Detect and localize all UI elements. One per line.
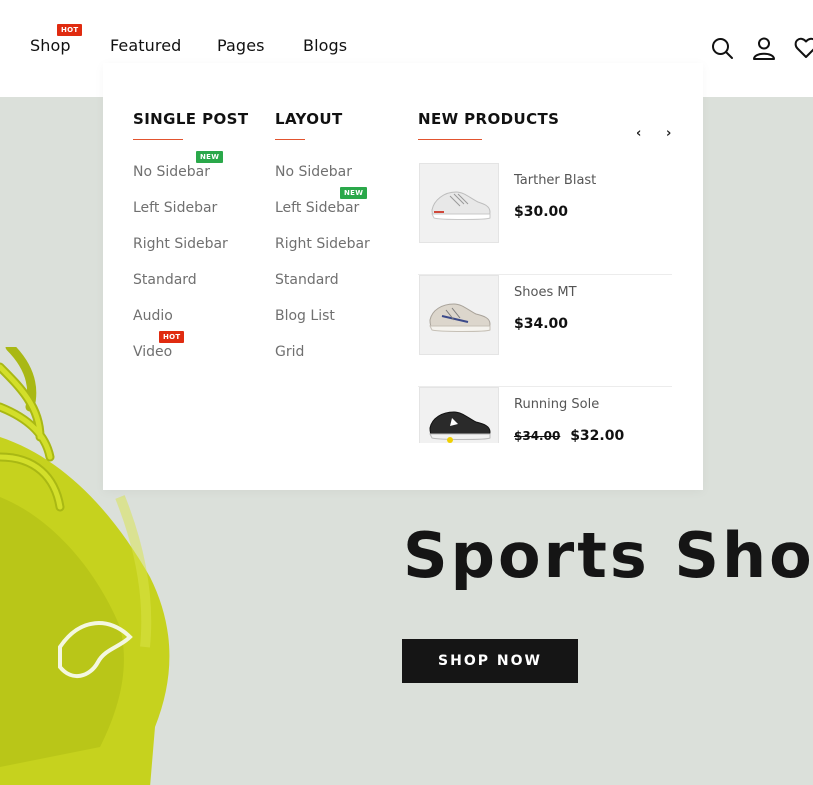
single-post-title: SINGLE POST <box>133 110 249 128</box>
layout-title: LAYOUT <box>275 110 343 128</box>
product-image[interactable] <box>419 387 499 443</box>
layout-column: LAYOUT No Sidebar Left Sidebar NEW Right… <box>275 110 370 380</box>
product-image[interactable] <box>419 163 499 243</box>
product-item[interactable]: Shoes MT $34.00 <box>418 275 672 387</box>
hero-title: Sports Shoes <box>403 519 813 592</box>
layout-right-sidebar-link[interactable]: Right Sidebar <box>275 236 370 272</box>
single-video-link[interactable]: Video HOT <box>133 331 248 380</box>
link-label: Video <box>133 344 173 360</box>
product-name[interactable]: Shoes MT <box>514 285 577 300</box>
layout-blog-list-link[interactable]: Blog List <box>275 308 370 344</box>
product-image[interactable] <box>419 275 499 355</box>
layout-grid-link[interactable]: Grid <box>275 344 370 380</box>
heart-icon[interactable] <box>794 36 813 60</box>
single-audio-link[interactable]: Audio <box>133 308 248 344</box>
new-badge: NEW <box>340 187 368 199</box>
hot-badge: HOT <box>57 24 83 36</box>
nav-shop-label: Shop <box>30 36 71 55</box>
product-price: $30.00 <box>514 204 569 220</box>
single-post-column: SINGLE POST No Sidebar NEW Left Sidebar … <box>133 110 248 380</box>
single-no-sidebar-link[interactable]: No Sidebar NEW <box>133 151 248 200</box>
product-price: $34.00 $32.00 <box>514 428 624 443</box>
layout-standard-link[interactable]: Standard <box>275 272 370 308</box>
blogs-mega-menu: SINGLE POST No Sidebar NEW Left Sidebar … <box>103 63 703 490</box>
single-right-sidebar-link[interactable]: Right Sidebar <box>133 236 248 272</box>
layout-left-sidebar-link[interactable]: Left Sidebar NEW <box>275 187 370 236</box>
hot-badge: HOT <box>159 331 185 343</box>
shoe-icon <box>429 303 491 332</box>
title-underline <box>275 139 305 140</box>
search-icon[interactable] <box>710 36 734 60</box>
product-name[interactable]: Tarther Blast <box>514 173 596 188</box>
link-label: No Sidebar <box>133 164 210 180</box>
shoe-icon <box>431 191 491 220</box>
next-arrow-icon[interactable]: › <box>666 126 671 141</box>
product-price: $34.00 <box>514 316 569 332</box>
new-badge: NEW <box>196 151 224 163</box>
product-item[interactable]: Running Sole $34.00 $32.00 <box>418 387 672 443</box>
title-underline <box>133 139 183 140</box>
product-item[interactable]: Tarther Blast $30.00 <box>418 163 672 275</box>
new-products-column: NEW PRODUCTS <box>418 110 559 140</box>
title-underline <box>418 139 482 140</box>
shoe-icon <box>429 411 491 443</box>
user-icon[interactable] <box>752 36 776 60</box>
new-products-title: NEW PRODUCTS <box>418 110 560 128</box>
nav-blogs[interactable]: Blogs <box>303 36 347 55</box>
single-standard-link[interactable]: Standard <box>133 272 248 308</box>
shop-now-button[interactable]: SHOP NOW <box>402 639 578 683</box>
link-label: Left Sidebar <box>275 200 360 216</box>
prev-arrow-icon[interactable]: ‹ <box>636 126 641 141</box>
nav-featured[interactable]: Featured <box>110 36 181 55</box>
nav-pages[interactable]: Pages <box>217 36 265 55</box>
product-name[interactable]: Running Sole <box>514 397 599 412</box>
product-sale-price: $32.00 <box>570 428 625 443</box>
product-old-price: $34.00 <box>514 429 561 443</box>
single-left-sidebar-link[interactable]: Left Sidebar <box>133 200 248 236</box>
nav-shop[interactable]: Shop HOT <box>30 24 83 55</box>
